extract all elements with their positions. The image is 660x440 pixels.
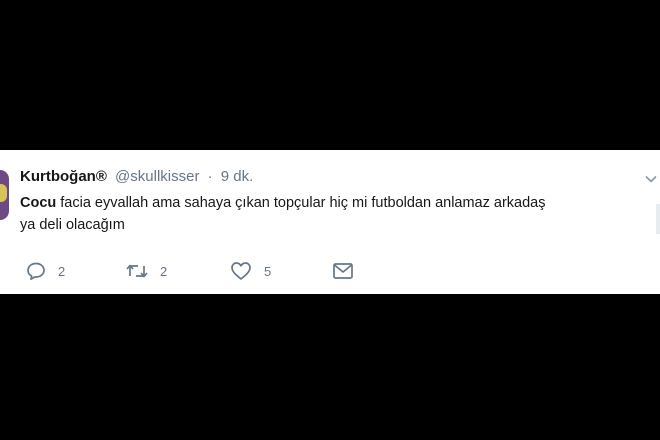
mentioned-team: Cocu [20, 195, 57, 211]
author-name[interactable]: Kurtboğan® [20, 168, 107, 185]
tweet-timestamp[interactable]: 9 dk. [221, 168, 254, 185]
retweet-icon [126, 264, 148, 278]
reply-count: 2 [58, 263, 66, 279]
reply-icon [27, 262, 45, 281]
chevron-down-icon[interactable] [644, 172, 658, 186]
direct-message-button[interactable] [332, 259, 354, 283]
retweet-button[interactable]: 2 [126, 259, 167, 283]
scrollbar[interactable] [656, 204, 660, 234]
tweet-header: Kurtboğan® @skullkisser · 9 dk. [20, 167, 253, 187]
tweet-card[interactable]: Kurtboğan® @skullkisser · 9 dk. Cocu fac… [0, 150, 660, 294]
like-count: 5 [264, 263, 272, 279]
author-handle[interactable]: @skullkisser [115, 168, 199, 185]
tweet-text-rest: facia eyvallah ama sahaya çıkan topçular… [56, 195, 546, 211]
like-button[interactable]: 5 [230, 259, 271, 283]
tweet-text-line-1: Cocu facia eyvallah ama sahaya çıkan top… [20, 192, 660, 214]
heart-icon [231, 262, 251, 280]
tweet-text: Cocu facia eyvallah ama sahaya çıkan top… [20, 192, 660, 236]
envelope-icon [333, 263, 353, 279]
tweet-text-line-2: ya deli olacağım [20, 217, 125, 233]
avatar[interactable] [0, 170, 9, 220]
reply-button[interactable]: 2 [26, 259, 65, 283]
retweet-count: 2 [160, 263, 168, 279]
header-separator: · [207, 168, 213, 185]
